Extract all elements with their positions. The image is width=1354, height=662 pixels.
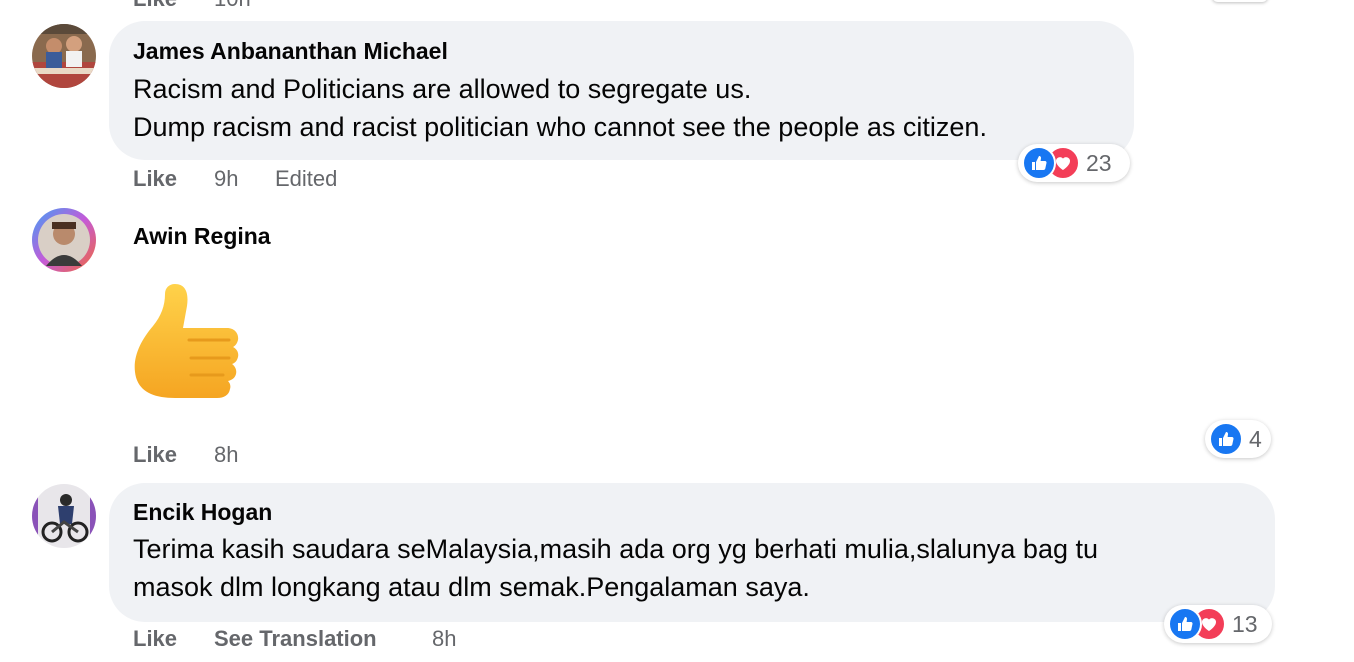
thumbs-up-emoji-icon (134, 284, 239, 398)
comment-text-line: Racism and Politicians are allowed to se… (133, 74, 752, 104)
like-button[interactable]: Like (133, 0, 177, 8)
avatar-photo (32, 208, 96, 272)
avatar[interactable] (32, 484, 96, 548)
comment-text-line: Terima kasih saudara seMalaysia,masih ad… (133, 534, 1098, 564)
reaction-summary[interactable] (1212, 0, 1268, 2)
comment-text-line: masok dlm longkang atau dlm semak.Pengal… (133, 572, 810, 602)
edited-label[interactable]: Edited (275, 166, 337, 192)
comment-author[interactable]: Encik Hogan (133, 499, 272, 526)
avatar-photo (32, 24, 96, 88)
previous-comment-actions: Like 10h (0, 0, 1354, 8)
reaction-summary[interactable]: 4 (1205, 420, 1271, 458)
like-button[interactable]: Like (133, 626, 177, 652)
comment-timestamp[interactable]: 10h (214, 0, 251, 8)
like-reaction-icon (1168, 607, 1202, 641)
reaction-count: 13 (1232, 610, 1258, 637)
avatar[interactable] (32, 24, 96, 88)
avatar[interactable] (32, 208, 96, 272)
comment-author[interactable]: James Anbananthan Michael (133, 38, 448, 65)
comment-timestamp[interactable]: 9h (214, 166, 238, 192)
comment-text-line: Dump racism and racist politician who ca… (133, 112, 987, 142)
reaction-count: 4 (1249, 425, 1262, 452)
see-translation-link[interactable]: See Translation (214, 626, 377, 652)
comment-timestamp[interactable]: 8h (214, 442, 238, 468)
comment-author[interactable]: Awin Regina (133, 223, 271, 250)
avatar-photo (32, 484, 96, 548)
like-reaction-icon (1022, 146, 1056, 180)
thumbs-up-sticker (131, 280, 243, 419)
like-button[interactable]: Like (133, 442, 177, 468)
reaction-summary[interactable]: 13 (1164, 605, 1272, 643)
like-reaction-icon (1209, 422, 1243, 456)
like-button[interactable]: Like (133, 166, 177, 192)
comment-timestamp[interactable]: 8h (432, 626, 456, 652)
reaction-count: 23 (1086, 149, 1112, 176)
reaction-summary[interactable]: 23 (1018, 144, 1130, 182)
